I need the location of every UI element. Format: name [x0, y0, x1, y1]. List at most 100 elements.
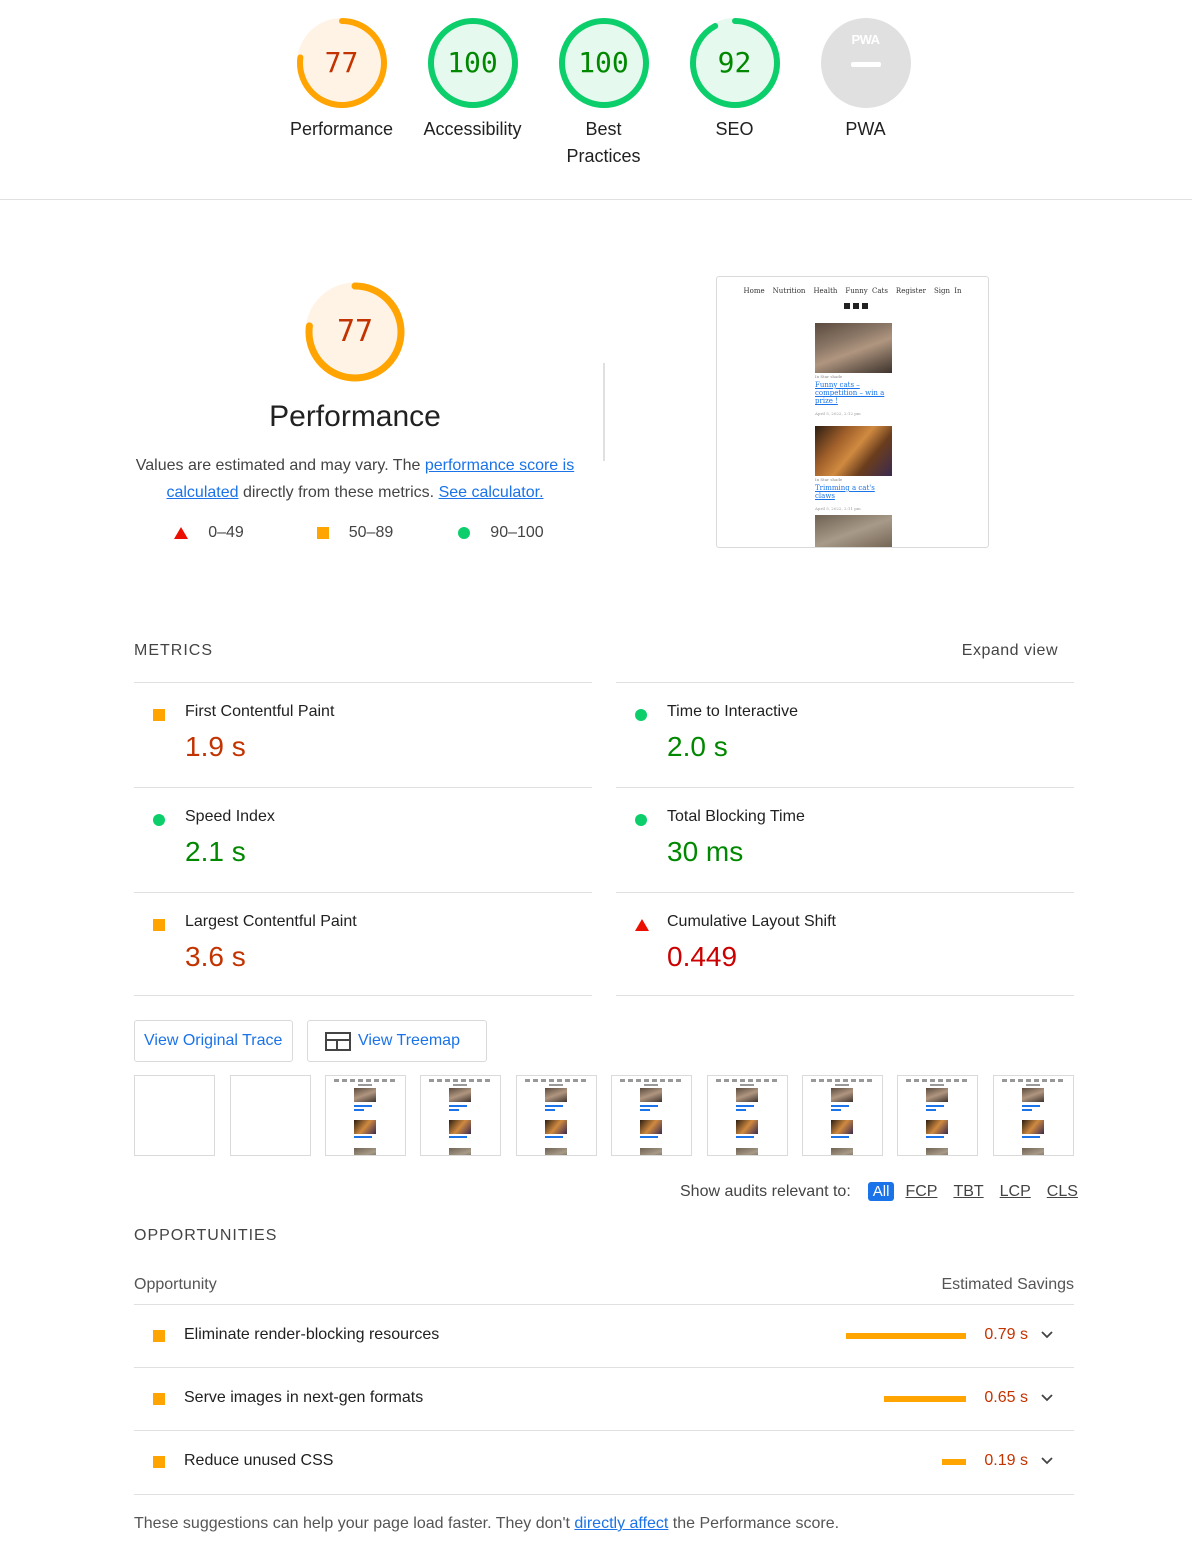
metric-value: 2.1 s — [185, 836, 246, 867]
mail-icon — [862, 303, 868, 309]
filmstrip-frame — [707, 1075, 788, 1156]
opportunity-saving: 0.65 s — [984, 1389, 1028, 1406]
opportunities-columns: Opportunity Estimated Savings — [134, 1276, 1074, 1294]
average-square-icon — [153, 1330, 165, 1342]
average-square-icon — [153, 709, 165, 721]
pwa-logo: PWA — [851, 32, 880, 47]
savings-bar — [846, 1333, 966, 1339]
average-square-icon — [153, 1393, 165, 1405]
pass-circle-icon — [153, 814, 165, 826]
screenshot-post — [815, 515, 892, 547]
gauge-label: Performance — [289, 119, 394, 139]
performance-title: Performance — [269, 400, 441, 433]
post-meta: In Star shade — [815, 477, 843, 482]
final-screenshot[interactable]: Home Nutrition Health Funny Cats Register Sig… — [716, 276, 989, 548]
performance-summary: 77 Performance Values are estimated and … — [134, 280, 576, 542]
opportunity-row[interactable]: Serve images in next-gen formats 0.65 s — [134, 1367, 1074, 1430]
metric-value: 2.0 s — [667, 731, 728, 762]
opportunity-row[interactable]: Eliminate render-blocking resources 0.79… — [134, 1304, 1074, 1367]
gauge-seo[interactable]: 92 SEO — [669, 16, 800, 143]
metric-name: First Contentful Paint — [185, 703, 335, 720]
see-calculator-link[interactable]: See calculator. — [439, 484, 544, 501]
opportunity-saving: 0.79 s — [984, 1326, 1028, 1343]
post-meta: In Star shade — [815, 374, 843, 379]
post-date: April 5, 2022, 2:11 pm — [815, 506, 861, 511]
filmstrip-frame — [802, 1075, 883, 1156]
directly-affect-link[interactable]: directly affect — [574, 1515, 668, 1532]
gauge-ring: 100 — [426, 16, 520, 110]
legend-fail: 0–49 — [136, 524, 282, 542]
pass-circle-icon — [635, 709, 647, 721]
opportunity-name: Eliminate render-blocking resources — [184, 1326, 440, 1343]
opportunity-name: Reduce unused CSS — [184, 1452, 334, 1469]
legend-average: 50–89 — [282, 524, 428, 542]
cat-photo — [815, 426, 892, 476]
chevron-down-icon[interactable] — [1038, 1389, 1056, 1407]
legend-fail-label: 0–49 — [208, 524, 244, 541]
metric-value: 0.449 — [667, 941, 738, 972]
view-treemap-label: View Treemap — [358, 1032, 460, 1049]
screenshot-nav-item: Register — [895, 287, 926, 295]
gauge-accessibility[interactable]: 100 Accessibility — [407, 16, 538, 143]
filmstrip-frame — [230, 1075, 311, 1156]
filter-tbt[interactable]: TBT — [953, 1183, 983, 1201]
opportunity-name: Serve images in next-gen formats — [184, 1389, 424, 1406]
audit-filter: Show audits relevant to: All FCP TBT LCP… — [680, 1182, 1078, 1201]
gauge-label: SEO — [715, 119, 754, 139]
gauge-score: 100 — [447, 46, 498, 79]
opportunity-column: Opportunity — [134, 1276, 217, 1293]
instagram-icon — [853, 303, 859, 309]
screenshot-nav-item: Nutrition — [772, 287, 806, 295]
average-square-icon — [153, 919, 165, 931]
screenshot-post: In Star shade Trimming a cat's claws Apr… — [815, 426, 892, 511]
filmstrip-frame — [897, 1075, 978, 1156]
metric-time-to-interactive: Time to Interactive 2.0 s — [616, 682, 1074, 788]
screenshot-nav-item: Sign In — [933, 287, 962, 295]
category-gauges: 77 Performance 100 Accessibility 100 Bes… — [0, 0, 1192, 200]
metric-name: Total Blocking Time — [667, 808, 805, 825]
gauge-pwa[interactable]: PWA PWA — [800, 16, 931, 143]
opportunities-footnote: These suggestions can help your page loa… — [134, 1515, 839, 1533]
performance-description: Values are estimated and may vary. The p… — [134, 452, 576, 506]
gauge-score: 92 — [717, 46, 752, 79]
metric-value: 1.9 s — [185, 731, 246, 762]
footnote-suffix: the Performance score. — [668, 1515, 840, 1532]
metric-largest-contentful-paint: Largest Contentful Paint 3.6 s — [134, 892, 592, 998]
screenshot-nav-item: Health — [813, 287, 838, 295]
gauge-best-practices[interactable]: 100 Best Practices — [538, 16, 669, 170]
metric-name: Cumulative Layout Shift — [667, 913, 836, 930]
performance-score: 77 — [336, 314, 374, 349]
filter-lcp[interactable]: LCP — [1000, 1183, 1031, 1201]
metric-speed-index: Speed Index 2.1 s — [134, 787, 592, 893]
post-title: Funny cats – competition – win a prize ! — [815, 381, 885, 405]
metric-name: Time to Interactive — [667, 703, 799, 720]
score-legend: 0–49 50–89 90–100 — [134, 524, 576, 542]
chevron-down-icon[interactable] — [1038, 1326, 1056, 1344]
treemap-icon — [325, 1031, 351, 1051]
expand-view-toggle[interactable]: Expand view — [962, 642, 1058, 660]
gauge-performance[interactable]: 77 Performance — [276, 16, 407, 143]
summary-divider — [603, 363, 605, 461]
gauge-ring: 100 — [557, 16, 651, 110]
footnote-prefix: These suggestions can help your page loa… — [134, 1515, 575, 1532]
filter-all[interactable]: All — [867, 1182, 895, 1201]
desc-prefix: Values are estimated and may vary. The — [135, 457, 425, 474]
filter-fcp[interactable]: FCP — [905, 1183, 937, 1201]
post-title: Trimming a cat's claws — [815, 484, 875, 500]
metric-cumulative-layout-shift: Cumulative Layout Shift 0.449 — [616, 892, 1074, 998]
view-treemap-button[interactable]: View Treemap — [307, 1020, 487, 1062]
savings-bar — [942, 1459, 966, 1465]
filmstrip-frame — [993, 1075, 1074, 1156]
chevron-down-icon[interactable] — [1038, 1452, 1056, 1470]
filmstrip-frame — [134, 1075, 215, 1156]
view-original-trace-button[interactable]: View Original Trace — [134, 1020, 293, 1062]
metric-value: 30 ms — [667, 836, 744, 867]
pass-circle-icon — [458, 527, 471, 539]
pwa-badge-icon — [820, 18, 911, 108]
opportunity-row[interactable]: Reduce unused CSS 0.19 s — [134, 1430, 1074, 1493]
opportunities-bottom-rule — [134, 1494, 1074, 1495]
filmstrip-frame — [325, 1075, 406, 1156]
filter-cls[interactable]: CLS — [1047, 1183, 1078, 1201]
metric-name: Largest Contentful Paint — [185, 913, 357, 930]
average-square-icon — [153, 1456, 165, 1468]
